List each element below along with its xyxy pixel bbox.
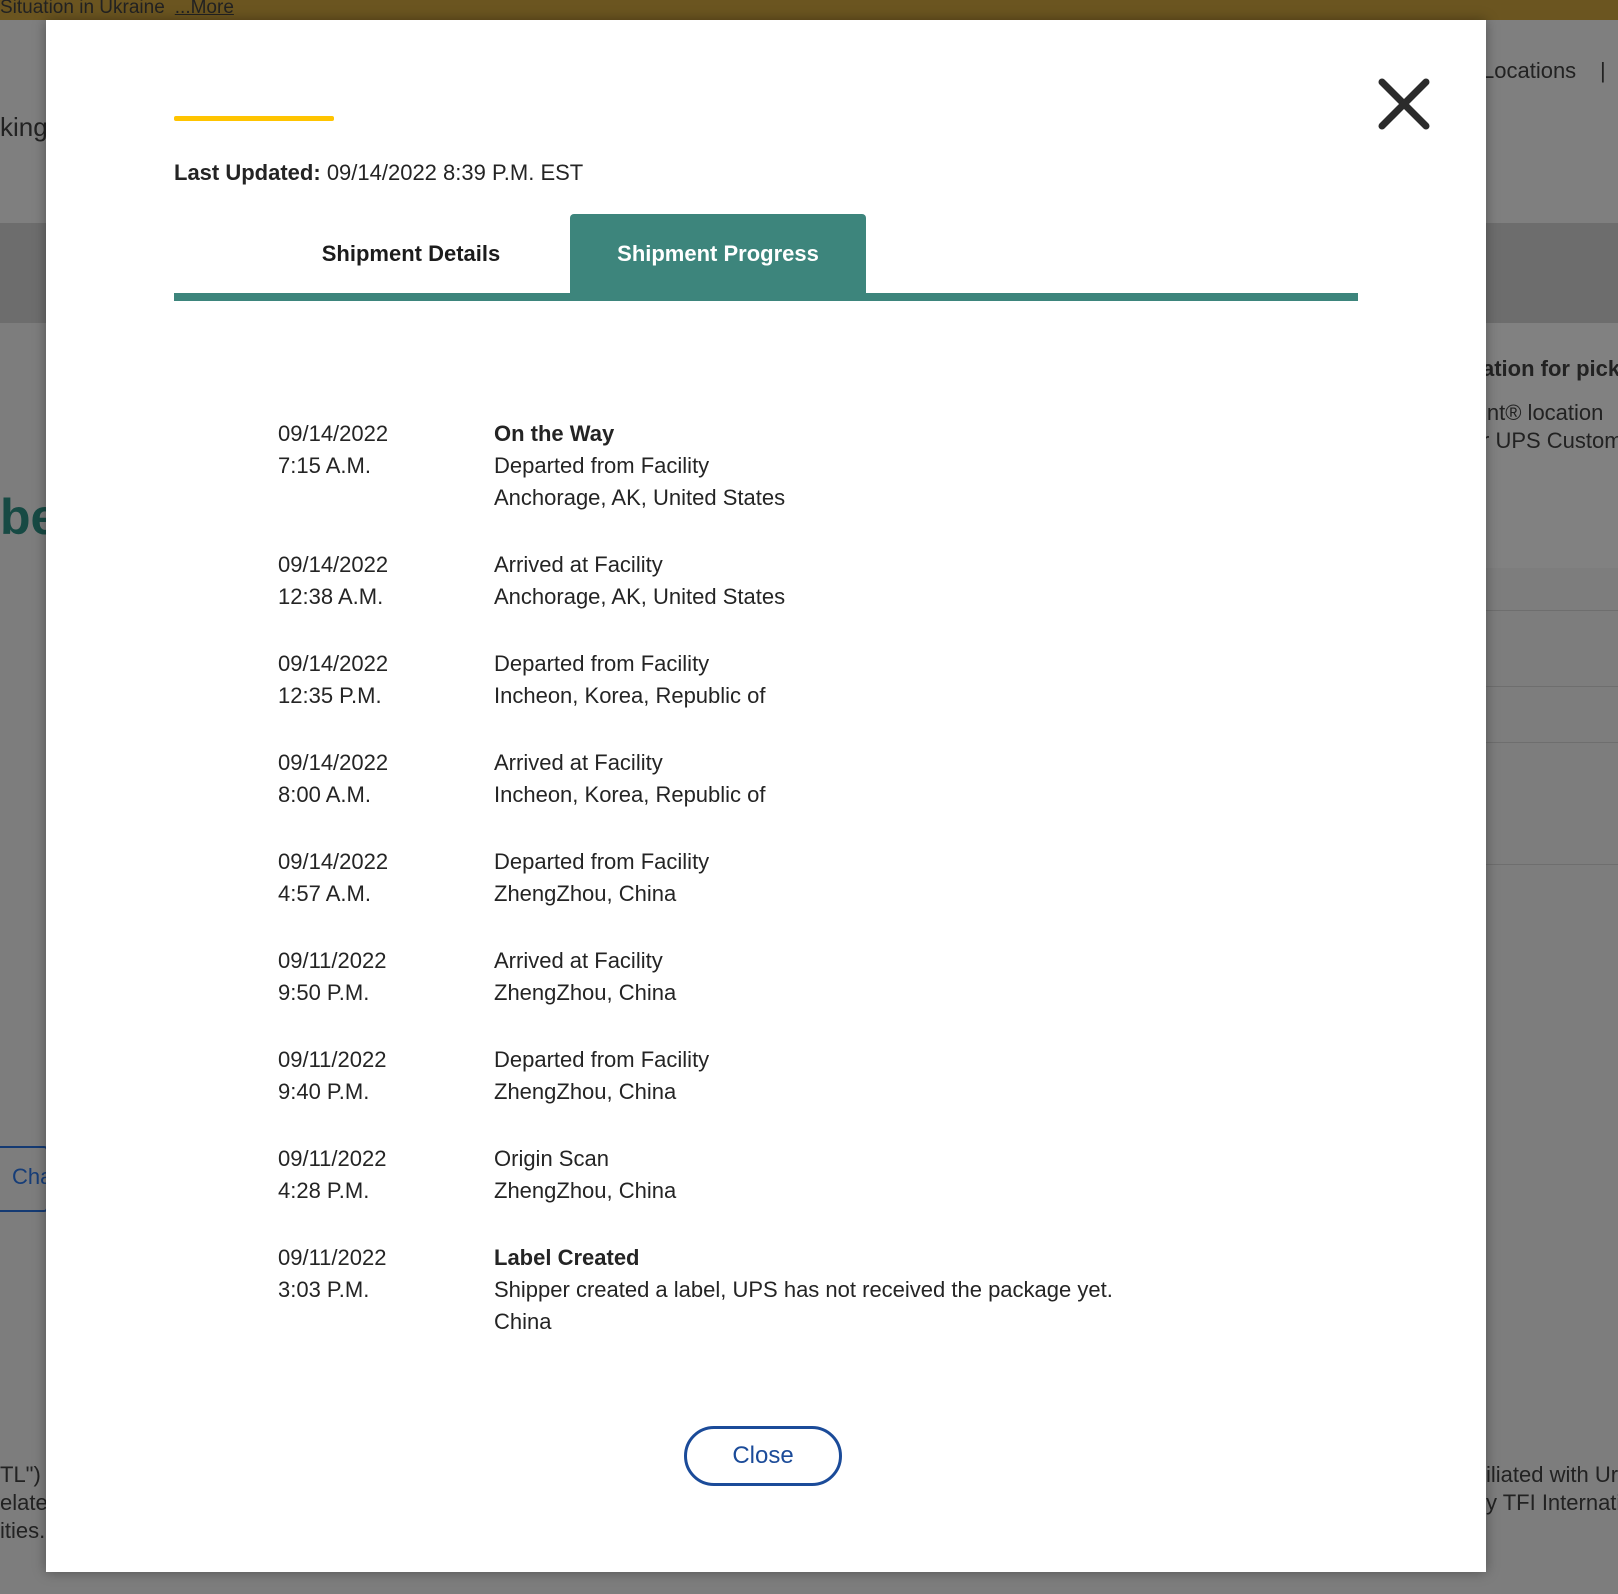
- event-location: Anchorage, AK, United States: [494, 485, 786, 510]
- event-status: Label Created: [494, 1245, 640, 1270]
- side-text-2: r UPS Custom: [1482, 428, 1618, 453]
- event-location: Incheon, Korea, Republic of: [494, 683, 766, 708]
- event-activity: Departed from Facility: [494, 1047, 710, 1072]
- footer-right-2: y TFI Internati: [1486, 1490, 1618, 1515]
- event-activity: Departed from Facility: [494, 453, 710, 478]
- event-date: 09/14/2022: [278, 849, 389, 874]
- event-time: 4:57 A.M.: [278, 881, 371, 906]
- tab-shipment-details[interactable]: Shipment Details: [304, 214, 518, 294]
- footer-right-1: iliated with Ur: [1486, 1462, 1618, 1487]
- event-location: ZhengZhou, China: [494, 881, 677, 906]
- event-time: 9:40 P.M.: [278, 1079, 370, 1104]
- event-date: 09/14/2022: [278, 651, 389, 676]
- header-fragment: king: [0, 112, 48, 142]
- event-date: 09/11/2022: [278, 948, 387, 973]
- event-time: 12:35 P.M.: [278, 683, 382, 708]
- close-x-icon[interactable]: [1374, 74, 1434, 134]
- side-text-1: int® location: [1482, 400, 1604, 425]
- event-location: ZhengZhou, China: [494, 1178, 677, 1203]
- event-activity: Shipper created a label, UPS has not rec…: [494, 1277, 1113, 1302]
- alert-text: Situation in Ukraine: [0, 0, 165, 18]
- event-date: 09/14/2022: [278, 552, 389, 577]
- event-date: 09/11/2022: [278, 1146, 387, 1171]
- nav-locations[interactable]: Locations: [1482, 58, 1576, 84]
- footer-left-2: elate: [0, 1490, 48, 1515]
- event-time: 9:50 P.M.: [278, 980, 370, 1005]
- event-activity: Departed from Facility: [494, 849, 710, 874]
- event-time: 4:28 P.M.: [278, 1178, 370, 1203]
- event-date: 09/14/2022: [278, 421, 389, 446]
- close-button[interactable]: Close: [684, 1426, 842, 1486]
- event-date: 09/11/2022: [278, 1245, 387, 1270]
- event-status: On the Way: [494, 421, 615, 446]
- alert-more-link[interactable]: ...More: [175, 0, 234, 18]
- last-updated-label: Last Updated:: [174, 160, 321, 185]
- event-activity: Departed from Facility: [494, 651, 710, 676]
- tab-underline: [174, 293, 1358, 301]
- event-time: 8:00 A.M.: [278, 782, 371, 807]
- event-activity: Arrived at Facility: [494, 552, 663, 577]
- tab-shipment-progress[interactable]: Shipment Progress: [570, 214, 866, 294]
- alert-banner: Situation in Ukraine ...More: [0, 0, 1618, 20]
- event-location: Anchorage, AK, United States: [494, 584, 786, 609]
- last-updated: Last Updated: 09/14/2022 8:39 P.M. EST: [174, 160, 583, 186]
- shipment-modal: Last Updated: 09/14/2022 8:39 P.M. EST S…: [46, 20, 1486, 1572]
- event-location: ZhengZhou, China: [494, 980, 677, 1005]
- accent-bar: [174, 116, 334, 121]
- nav-divider: |: [1600, 58, 1606, 83]
- event-location: ZhengZhou, China: [494, 1079, 677, 1104]
- tab-bar: Shipment Details Shipment Progress: [174, 214, 1358, 306]
- footer-left-3: ities.: [0, 1518, 46, 1543]
- event-date: 09/11/2022: [278, 1047, 387, 1072]
- event-activity: Arrived at Facility: [494, 948, 663, 973]
- event-time: 12:38 A.M.: [278, 584, 384, 609]
- side-heading: ation for picku: [1482, 356, 1618, 381]
- event-time: 7:15 A.M.: [278, 453, 371, 478]
- event-date: 09/14/2022: [278, 750, 389, 775]
- event-time: 3:03 P.M.: [278, 1277, 370, 1302]
- event-activity: Origin Scan: [494, 1146, 609, 1171]
- background-button[interactable]: Cha: [0, 1146, 52, 1212]
- event-activity: Arrived at Facility: [494, 750, 663, 775]
- event-location: Incheon, Korea, Republic of: [494, 782, 766, 807]
- last-updated-value: 09/14/2022 8:39 P.M. EST: [326, 160, 584, 185]
- event-location: China: [494, 1309, 552, 1334]
